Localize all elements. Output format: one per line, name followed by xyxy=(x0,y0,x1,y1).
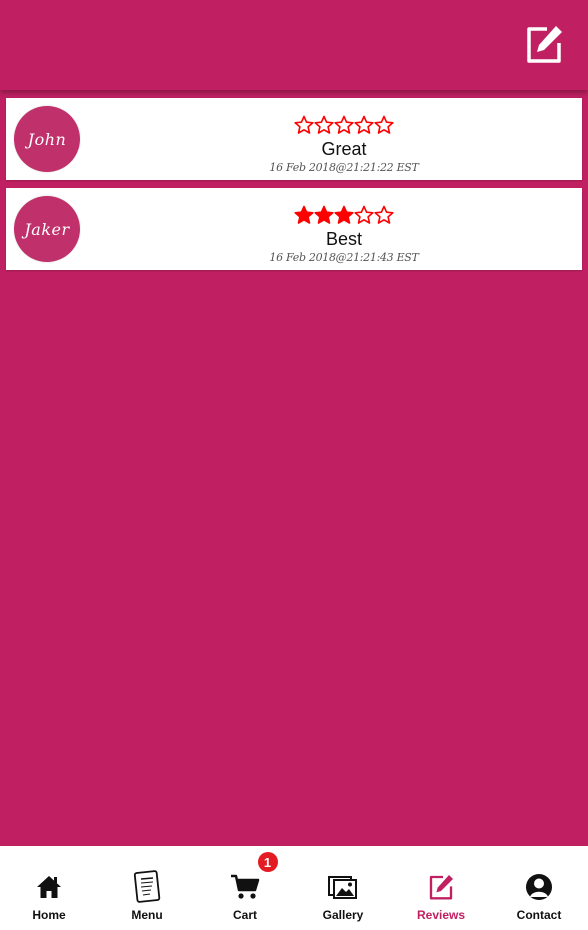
bottom-nav: Home Menu Cart 1 Gallery Reviews Contact xyxy=(0,846,588,930)
avatar: John xyxy=(14,106,80,172)
review-body: Great 16 Feb 2018@21:21:22 EST xyxy=(106,98,582,180)
nav-item-home[interactable]: Home xyxy=(6,846,93,930)
nav-label: Reviews xyxy=(416,908,466,922)
star-filled-icon xyxy=(334,205,354,224)
star-empty-icon xyxy=(314,115,334,134)
cart-icon xyxy=(230,872,260,902)
nav-item-contact[interactable]: Contact xyxy=(496,846,583,930)
gallery-icon xyxy=(328,872,358,902)
cart-count-badge: 1 xyxy=(257,852,278,872)
avatar: Jaker xyxy=(14,196,80,262)
star-empty-icon xyxy=(354,205,374,224)
star-empty-icon xyxy=(354,115,374,134)
review-card[interactable]: John Great 16 Feb 2018@21:21:22 EST xyxy=(6,98,582,180)
write-review-button[interactable] xyxy=(522,22,566,66)
review-body: Best 16 Feb 2018@21:21:43 EST xyxy=(106,188,582,270)
edit-icon xyxy=(527,26,562,63)
menu-book-icon xyxy=(132,870,162,903)
star-empty-icon xyxy=(334,115,354,134)
review-text: Best xyxy=(325,229,363,249)
nav-label: Contact xyxy=(516,908,562,922)
star-filled-icon xyxy=(314,205,334,224)
review-list: John Great 16 Feb 2018@21:21:22 EST Jake… xyxy=(6,98,582,278)
review-text: Great xyxy=(321,139,367,159)
review-date: 16 Feb 2018@21:21:43 EST xyxy=(269,251,419,264)
nav-item-reviews[interactable]: Reviews xyxy=(398,846,485,930)
star-rating xyxy=(294,115,394,135)
star-empty-icon xyxy=(294,115,314,134)
home-icon xyxy=(34,872,64,902)
nav-label: Gallery xyxy=(322,908,364,922)
person-icon xyxy=(524,872,554,902)
nav-label: Home xyxy=(32,908,66,922)
star-empty-icon xyxy=(374,115,394,134)
star-filled-icon xyxy=(294,205,314,224)
nav-label: Menu xyxy=(131,908,163,922)
nav-item-menu[interactable]: Menu xyxy=(104,846,191,930)
nav-item-cart[interactable]: Cart 1 xyxy=(202,846,289,930)
nav-item-gallery[interactable]: Gallery xyxy=(300,846,387,930)
star-empty-icon xyxy=(374,205,394,224)
star-rating xyxy=(294,205,394,225)
review-card[interactable]: Jaker Best 16 Feb 2018@21:21:43 EST xyxy=(6,188,582,270)
app-header xyxy=(0,0,588,90)
edit-icon xyxy=(426,872,456,902)
nav-label: Cart xyxy=(232,908,257,922)
review-date: 16 Feb 2018@21:21:22 EST xyxy=(269,161,419,174)
